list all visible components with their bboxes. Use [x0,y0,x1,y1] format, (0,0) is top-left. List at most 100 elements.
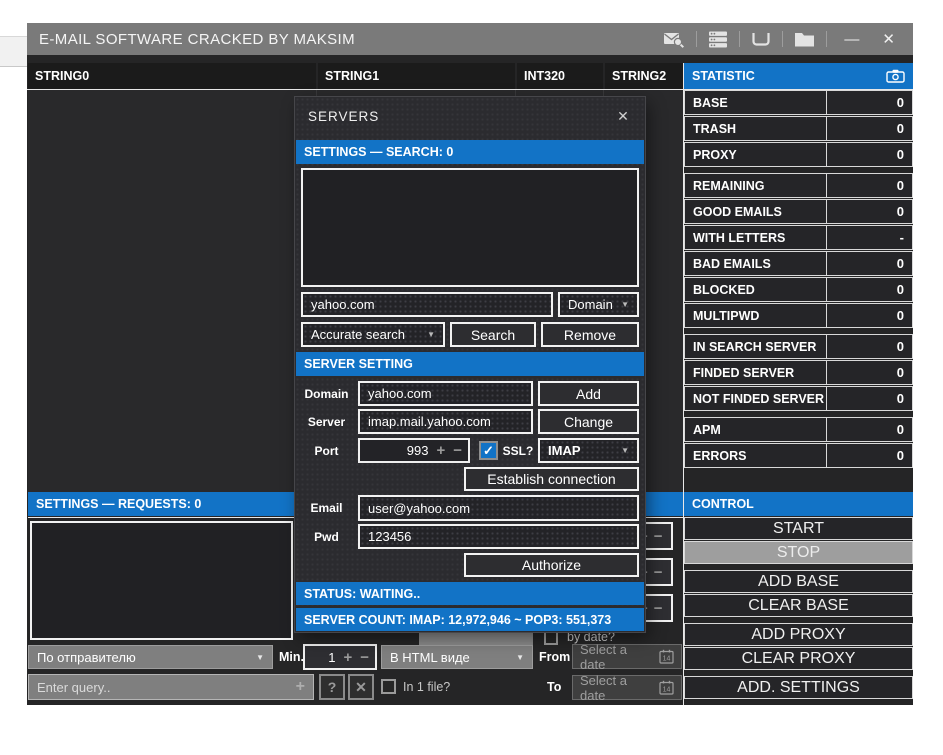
stop-button[interactable]: STOP [684,541,913,564]
minus-icon[interactable]: − [360,649,369,666]
stat-label: NOT FINDED SERVER [685,387,826,410]
window-title: E-MAIL SOFTWARE CRACKED BY MAKSIM [39,31,355,48]
server-field[interactable]: imap.mail.yahoo.com [358,409,533,434]
from-label: From [539,645,570,669]
close-button[interactable]: ✕ [876,30,901,49]
plus-icon[interactable]: + [343,649,352,666]
authorize-button[interactable]: Authorize [464,553,639,577]
servers-icon[interactable] [708,31,728,48]
titlebar-divider [782,31,783,47]
from-date-field[interactable]: Select a date 14 [572,644,682,669]
stat-value: 0 [826,278,912,301]
port-stepper[interactable]: 993 + − [358,438,470,463]
minus-icon[interactable]: − [654,600,663,617]
column-header-string0[interactable]: STRING0 [28,63,316,89]
format-filter-dropdown[interactable]: В HTML виде ▼ [381,645,533,669]
requests-listbox[interactable] [30,521,293,640]
clear-base-button[interactable]: CLEAR BASE [684,594,913,617]
column-header-string1[interactable]: STRING1 [318,63,515,89]
svg-text:14: 14 [663,687,671,694]
stat-label: APM [685,418,826,441]
pwd-label: Pwd [299,524,354,549]
title-bar: E-MAIL SOFTWARE CRACKED BY MAKSIM [27,23,913,55]
minimize-button[interactable]: — [838,30,865,49]
tray-icon[interactable] [751,32,771,47]
in-one-file-label: In 1 file? [403,674,450,700]
app-window: E-MAIL SOFTWARE CRACKED BY MAKSIM [27,23,913,705]
calendar-icon: 14 [659,649,674,664]
stat-value: 0 [826,444,912,467]
date-placeholder: Select a date [580,673,653,703]
folder-icon[interactable] [794,31,815,47]
add-base-button[interactable]: ADD BASE [684,570,913,593]
minus-icon[interactable]: − [654,564,663,581]
column-header-int320[interactable]: INT320 [517,63,603,89]
protocol-dropdown[interactable]: IMAP ▼ [538,438,639,463]
stat-value: 0 [826,200,912,223]
to-date-field[interactable]: Select a date 14 [572,675,682,700]
domain-field-value: yahoo.com [368,386,432,401]
search-results-listbox[interactable] [301,168,639,287]
search-mode-dropdown[interactable]: Accurate search ▼ [301,322,445,347]
stat-value: - [826,226,912,249]
stat-value: 0 [826,418,912,441]
server-label: Server [299,409,354,434]
stat-value: 0 [826,361,912,384]
calendar-icon: 14 [659,680,674,695]
establish-connection-button[interactable]: Establish connection [464,467,639,491]
email-label: Email [299,495,354,521]
clear-query-button[interactable]: ✕ [348,674,374,700]
start-button[interactable]: START [684,517,913,540]
add-settings-button[interactable]: ADD. SETTINGS [684,676,913,699]
in-one-file-checkbox[interactable] [381,679,396,694]
min-label: Min. [279,645,304,669]
stat-row-finded-server: FINDED SERVER0 [684,360,913,385]
help-button[interactable]: ? [319,674,345,700]
stat-row-in-search-server: IN SEARCH SERVER0 [684,334,913,359]
stat-row-proxy: PROXY0 [684,142,913,167]
stat-row-blocked: BLOCKED0 [684,277,913,302]
domain-search-value: yahoo.com [311,297,375,312]
stat-label: WITH LETTERS [685,226,826,249]
stat-label: GOOD EMAILS [685,200,826,223]
domain-type-dropdown[interactable]: Domain ▼ [558,292,639,317]
stat-value: 0 [826,304,912,327]
stat-value: 0 [826,335,912,358]
plus-icon[interactable]: + [436,442,445,459]
sender-filter-dropdown[interactable]: По отправителю ▼ [28,645,273,669]
query-input[interactable]: Enter query.. + [28,674,314,700]
ssl-checkbox[interactable]: ✓ [479,441,498,460]
domain-label: Domain [299,381,354,406]
query-placeholder: Enter query.. [37,680,110,695]
domain-field[interactable]: yahoo.com [358,381,533,406]
stat-label: REMAINING [685,174,826,197]
date-placeholder: Select a date [580,642,653,672]
camera-icon[interactable] [886,69,905,83]
stat-label: FINDED SERVER [685,361,826,384]
control-header: CONTROL [684,492,913,516]
dialog-close-icon[interactable]: ✕ [610,103,636,129]
stat-label: BASE [685,91,826,114]
change-button[interactable]: Change [538,409,639,434]
port-value: 993 [366,443,428,458]
min-stepper[interactable]: 1 + − [303,644,377,670]
mail-search-icon[interactable] [663,31,685,48]
remove-button[interactable]: Remove [541,322,639,347]
email-field[interactable]: user@yahoo.com [358,495,639,521]
search-button[interactable]: Search [450,322,536,347]
minus-icon[interactable]: − [654,528,663,545]
plus-icon[interactable]: + [296,678,305,696]
minus-icon[interactable]: − [453,442,462,459]
clear-proxy-button[interactable]: CLEAR PROXY [684,647,913,670]
stat-row-bad-emails: BAD EMAILS0 [684,251,913,276]
add-proxy-button[interactable]: ADD PROXY [684,623,913,646]
statistic-table: BASE0 TRASH0 PROXY0 REMAINING0 GOOD EMAI… [684,90,913,469]
by-date-checkbox[interactable] [544,631,558,645]
add-button[interactable]: Add [538,381,639,406]
domain-search-input[interactable]: yahoo.com [301,292,553,317]
stat-label: MULTIPWD [685,304,826,327]
status-bar: STATUS: WAITING.. [296,582,644,605]
column-header-string2[interactable]: STRING2 [605,63,683,89]
stat-value: 0 [826,143,912,166]
pwd-field[interactable]: 123456 [358,524,639,549]
